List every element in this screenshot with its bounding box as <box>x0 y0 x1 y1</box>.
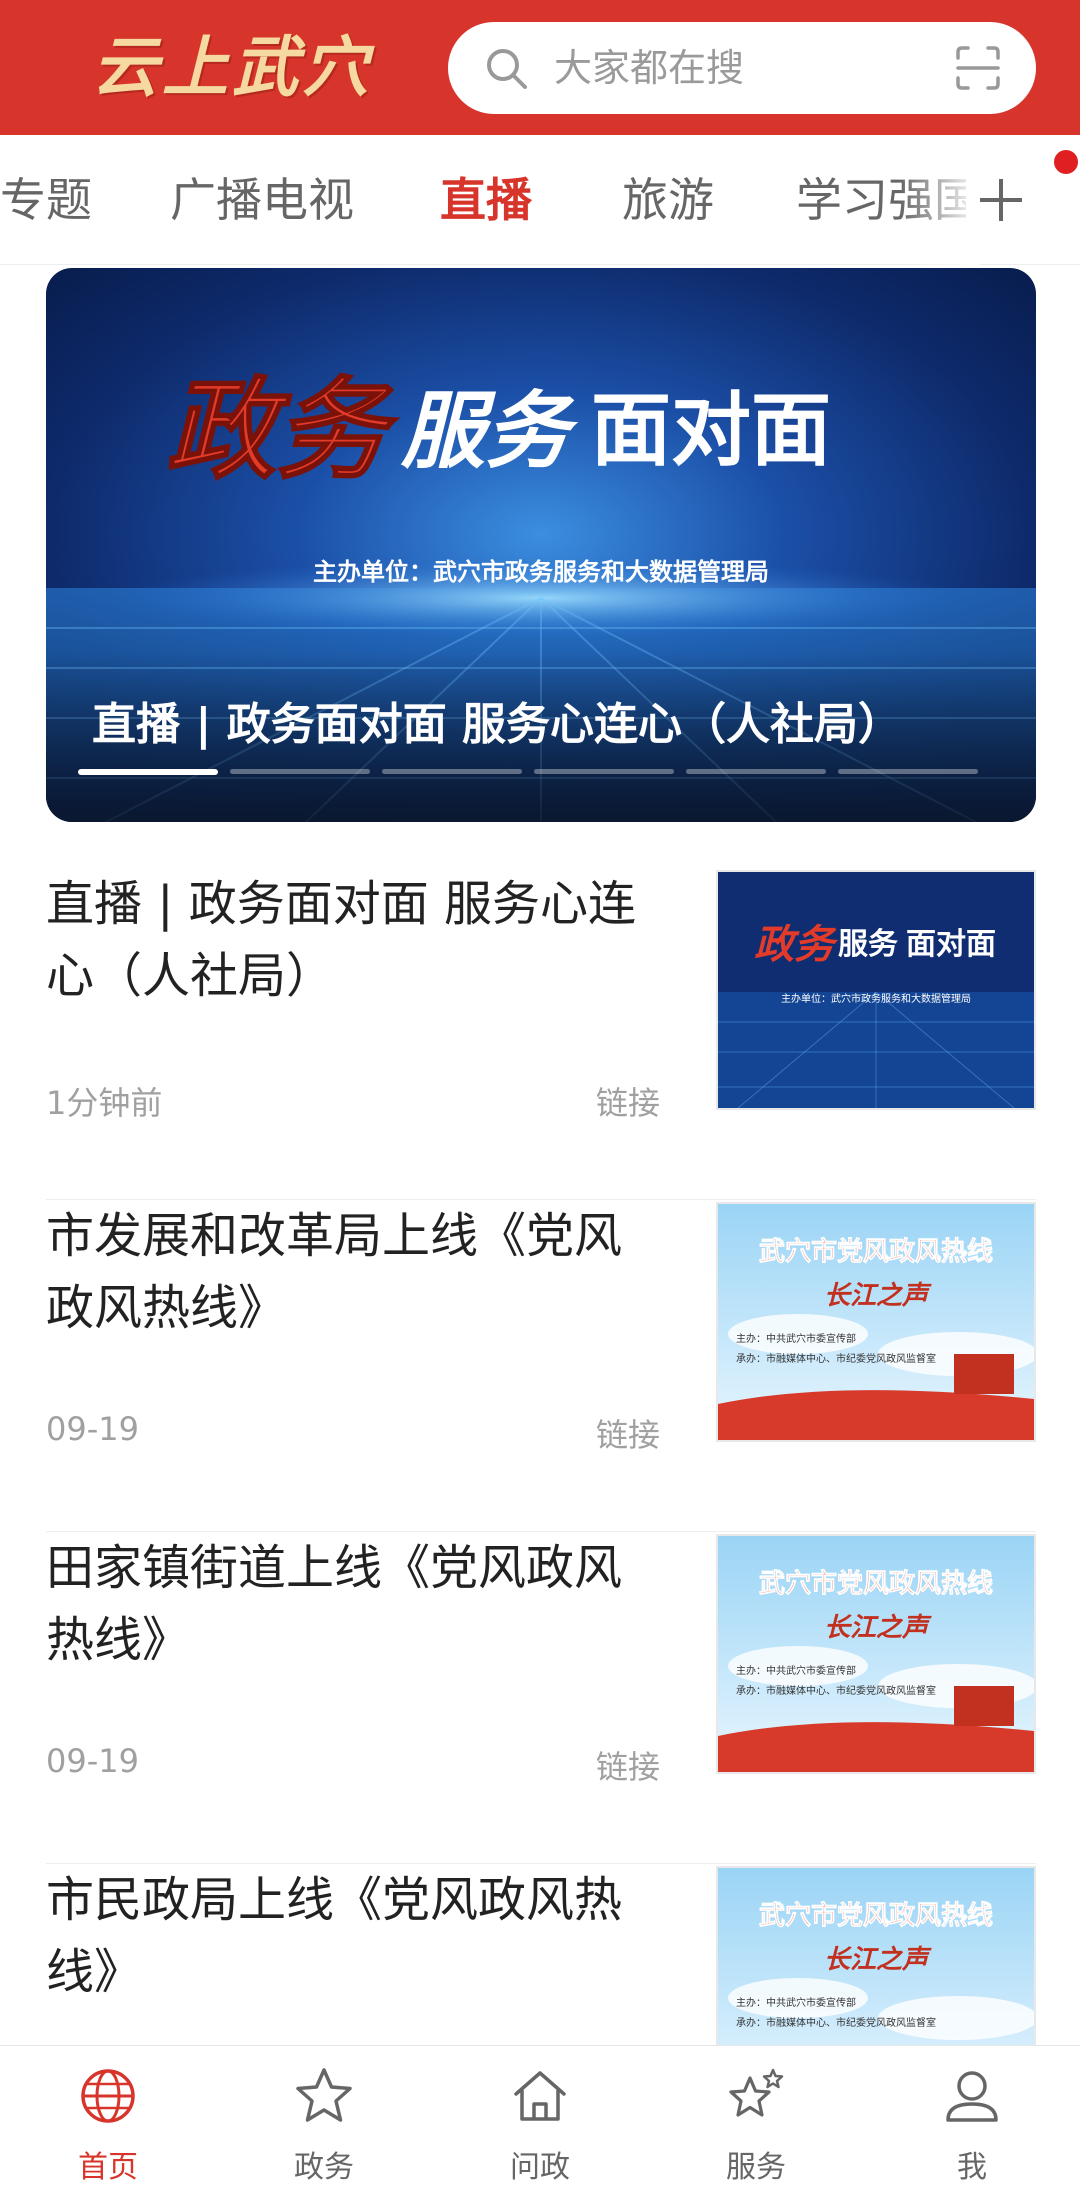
bottom-navigation: 首页 政务 问政 服务 我 <box>0 2045 1080 2193</box>
search-placeholder: 大家都在搜 <box>554 46 745 90</box>
poster-title-block: 面对面 <box>591 384 831 477</box>
thumb-title: 武穴市党风政风热线 <box>759 1568 993 1599</box>
carousel-dot[interactable] <box>382 769 522 774</box>
banner-caption: 直播 | 政务面对面 服务心连心（人社局） <box>92 699 903 750</box>
carousel-dot[interactable] <box>838 769 978 774</box>
nav-label: 服务 <box>726 2150 786 2185</box>
tab-live[interactable]: 直播 <box>440 135 532 265</box>
thumb-coorganizer: 承办：市融媒体中心、市纪委党风政风监督室 <box>736 1352 936 1365</box>
nav-label: 首页 <box>78 2150 138 2185</box>
thumb-organizer: 主办：中共武穴市委宣传部 <box>736 1332 856 1345</box>
channel-tabs: 专题 广播电视 直播 旅游 学习强国 <box>0 135 1080 265</box>
news-time: 09-19 <box>46 1742 139 1780</box>
thumb-slogan: 长江之声 <box>824 1281 932 1311</box>
news-item[interactable]: 市发展和改革局上线《党风政风热线》 09-19 链接 武穴市党风政风热线 长江之… <box>46 1200 1036 1532</box>
user-icon <box>946 2071 998 2122</box>
thumb-organizer: 主办：中共武穴市委宣传部 <box>736 1664 856 1677</box>
thumb-coorganizer: 承办：市融媒体中心、市纪委党风政风监督室 <box>736 2016 936 2029</box>
nav-service[interactable]: 服务 <box>648 2046 864 2193</box>
nav-label: 政务 <box>294 2150 354 2185</box>
poster-title-red: 政务 <box>166 365 399 494</box>
news-tag: 链接 <box>596 1416 661 1454</box>
search-icon <box>487 49 527 89</box>
nav-me[interactable]: 我 <box>864 2046 1080 2193</box>
thumb-organizer: 主办：中共武穴市委宣传部 <box>736 1996 856 2009</box>
news-thumbnail: 武穴市党风政风热线 长江之声 主办：中共武穴市委宣传部 承办：市融媒体中心、市纪… <box>716 1202 1036 1442</box>
tab-broadcast-tv[interactable]: 广播电视 <box>170 135 354 265</box>
app-logo: 云上武穴 <box>92 28 372 106</box>
stars-icon <box>729 2068 784 2117</box>
tab-special[interactable]: 专题 <box>0 135 92 265</box>
thumb-title-red: 政务 <box>754 921 839 968</box>
news-title: 田家镇街道上线《党风政风热线》 <box>46 1540 623 1668</box>
carousel-dot[interactable] <box>230 769 370 774</box>
search-bar[interactable]: 大家都在搜 <box>448 22 1036 114</box>
poster-title-white: 服务 <box>400 381 579 480</box>
news-title: 直播 | 政务面对面 服务心连心（人社局） <box>46 876 636 1004</box>
thumb-title: 武穴市党风政风热线 <box>759 1236 993 1267</box>
news-tag: 链接 <box>596 1084 661 1122</box>
app-screen: 云上武穴 大家都在搜 专题 广播电视 直播 旅游 学习强国 政务 服务 面对面 … <box>0 0 1080 2193</box>
nav-government[interactable]: 政务 <box>216 2046 432 2193</box>
nav-label: 我 <box>957 2150 987 2185</box>
thumb-title-block: 面对面 <box>906 927 996 962</box>
carousel-dot[interactable] <box>686 769 826 774</box>
carousel-dot[interactable] <box>78 769 218 775</box>
thumb-subtitle: 主办单位：武穴市政务服务和大数据管理局 <box>781 992 971 1005</box>
thumb-title-white: 服务 <box>838 927 898 962</box>
tab-travel[interactable]: 旅游 <box>622 135 714 265</box>
notification-dot <box>1054 150 1078 174</box>
nav-inquiry[interactable]: 问政 <box>432 2046 648 2193</box>
news-title: 市发展和改革局上线《党风政风热线》 <box>46 1208 623 1336</box>
thumb-coorganizer: 承办：市融媒体中心、市纪委党风政风监督室 <box>736 1684 936 1697</box>
globe-icon <box>81 2069 135 2123</box>
news-time: 1分钟前 <box>46 1084 163 1122</box>
news-time: 09-19 <box>46 1410 139 1448</box>
top-header: 云上武穴 大家都在搜 <box>0 0 1080 135</box>
poster-subtitle: 主办单位：武穴市政务服务和大数据管理局 <box>313 558 769 586</box>
thumb-title: 武穴市党风政风热线 <box>759 1900 993 1931</box>
news-thumbnail: 武穴市党风政风热线 长江之声 主办：中共武穴市委宣传部 承办：市融媒体中心、市纪… <box>716 1534 1036 1774</box>
carousel-indicator <box>78 769 1018 775</box>
news-title: 市民政局上线《党风政风热线》 <box>46 1872 623 2000</box>
nav-home[interactable]: 首页 <box>0 2046 216 2193</box>
thumb-slogan: 长江之声 <box>824 1945 932 1975</box>
thumb-slogan: 长江之声 <box>824 1613 932 1643</box>
news-thumbnail: 政务 服务 面对面 主办单位：武穴市政务服务和大数据管理局 <box>716 870 1036 1110</box>
star-icon <box>296 2068 352 2122</box>
plus-icon[interactable] <box>966 165 1036 235</box>
hero-banner[interactable]: 政务 服务 面对面 主办单位：武穴市政务服务和大数据管理局 直播 | 政务面对面… <box>46 268 1036 822</box>
news-item[interactable]: 直播 | 政务面对面 服务心连心（人社局） 1分钟前 链接 政务 服务 面对面 … <box>46 868 1036 1200</box>
nav-label: 问政 <box>510 2150 570 2185</box>
news-tag: 链接 <box>596 1748 661 1786</box>
news-item[interactable]: 田家镇街道上线《党风政风热线》 09-19 链接 武穴市党风政风热线 长江之声 … <box>46 1532 1036 1864</box>
home-icon <box>514 2071 566 2121</box>
carousel-dot[interactable] <box>534 769 674 774</box>
scan-icon[interactable] <box>954 44 1002 92</box>
